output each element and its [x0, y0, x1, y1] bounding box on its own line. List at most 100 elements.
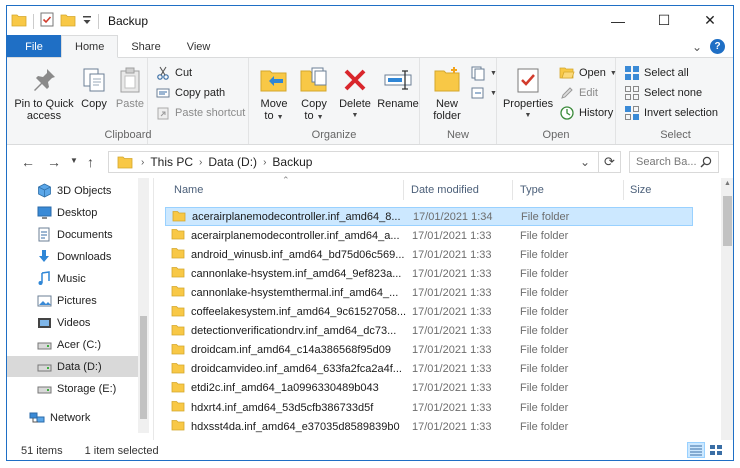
properties-qat-icon[interactable] — [40, 12, 54, 30]
tab-file[interactable]: File — [7, 35, 61, 58]
delete-x-icon — [339, 64, 371, 96]
nav-item-3d-objects[interactable]: 3D Objects — [7, 180, 138, 201]
edit-button[interactable]: Edit — [559, 83, 598, 103]
file-row[interactable]: droidcam.inf_amd64_c14a386568f95d09 17/01… — [165, 341, 693, 360]
new-item-icon — [470, 65, 486, 81]
forward-arrow-icon[interactable]: → — [47, 154, 61, 170]
customize-qat-icon[interactable] — [82, 14, 92, 29]
navigation-bar: ← → ▼ ↑ › This PC › Data (D:) › Backup ⌄… — [7, 146, 733, 178]
expand-ribbon-icon[interactable]: ⌄ — [692, 40, 702, 54]
file-row[interactable]: acerairplanemodecontroller.inf_amd64_a..… — [165, 226, 693, 245]
navigation-pane-scrollbar[interactable] — [138, 178, 149, 433]
details-view-button[interactable] — [687, 442, 705, 458]
new-folder-qat-icon[interactable] — [60, 13, 76, 30]
copy-icon — [78, 64, 110, 96]
new-folder-button[interactable]: New folder — [430, 64, 464, 122]
breadcrumb-data-drive[interactable]: Data (D:) — [208, 155, 257, 169]
column-header-type[interactable]: Type — [520, 178, 620, 202]
navigation-pane-scroll-thumb[interactable] — [140, 316, 147, 419]
edit-label: Edit — [579, 87, 598, 99]
file-row[interactable]: acerairplanemodecontroller.inf_amd64_8..… — [165, 207, 693, 226]
minimize-button[interactable]: — — [595, 6, 641, 35]
window-controls: — ☐ ✕ — [595, 6, 733, 35]
nav-item-desktop[interactable]: Desktop — [7, 202, 138, 223]
file-row[interactable]: coffeelakesystem.inf_amd64_9c61527058...… — [165, 303, 693, 322]
scroll-up-chevron-icon[interactable]: ▲ — [724, 180, 731, 187]
large-icons-view-button[interactable] — [707, 442, 725, 458]
easy-access-icon — [470, 85, 486, 101]
maximize-button[interactable]: ☐ — [641, 6, 687, 35]
file-row[interactable]: detectionverificationdrv.inf_amd64_dc73.… — [165, 322, 693, 341]
rename-button[interactable]: Rename — [377, 64, 419, 110]
select-none-button[interactable]: Select none — [624, 83, 702, 103]
nav-item-storage-e[interactable]: Storage (E:) — [7, 378, 138, 399]
copy-to-button[interactable]: Copy to ▼ — [298, 64, 330, 124]
search-input[interactable]: Search Ba... — [629, 151, 719, 173]
copy-button[interactable]: Copy — [78, 64, 110, 110]
breadcrumb-chevron-icon[interactable]: › — [199, 157, 202, 168]
tab-view[interactable]: View — [174, 35, 224, 58]
file-list-scrollbar[interactable]: ▲ — [721, 178, 733, 440]
nav-item-music[interactable]: Music — [7, 268, 138, 289]
nav-item-network[interactable]: Network — [7, 407, 138, 428]
recent-locations-chevron-icon[interactable]: ▼ — [70, 156, 78, 165]
file-list-scroll-thumb[interactable] — [723, 196, 732, 246]
tab-share[interactable]: Share — [118, 35, 173, 58]
file-row[interactable]: android_winusb.inf_amd64_bd75d06c569... 1… — [165, 245, 693, 264]
column-header-size-label: Size — [630, 184, 652, 196]
nav-item-acer-c[interactable]: Acer (C:) — [7, 334, 138, 355]
nav-item-data-d[interactable]: Data (D:) — [7, 356, 138, 377]
new-item-button[interactable]: ▼ — [470, 63, 497, 83]
column-header-name-label: Name — [174, 184, 204, 196]
close-button[interactable]: ✕ — [687, 6, 733, 35]
breadcrumb-chevron-icon[interactable]: › — [263, 157, 266, 168]
file-date-modified: 17/01/2021 1:34 — [413, 210, 493, 223]
pin-to-quick-access-button[interactable]: Pin to Quick access — [12, 64, 76, 122]
nav-item-label: Documents — [57, 228, 113, 241]
breadcrumb-backup[interactable]: Backup — [272, 155, 312, 169]
nav-item-documents[interactable]: Documents — [7, 224, 138, 245]
breadcrumb-this-pc[interactable]: This PC — [150, 155, 193, 169]
chevron-down-icon: ▼ — [490, 69, 497, 77]
nav-item-videos[interactable]: Videos — [7, 312, 138, 333]
column-separator[interactable] — [623, 180, 624, 200]
nav-item-pictures[interactable]: Pictures — [7, 290, 138, 311]
file-row[interactable]: droidcamvideo.inf_amd64_633fa2fca2a4f...… — [165, 360, 693, 379]
file-date-modified: 17/01/2021 1:33 — [412, 286, 492, 299]
up-arrow-icon[interactable]: ↑ — [87, 154, 94, 170]
properties-button[interactable]: Properties ▼ — [503, 64, 553, 122]
nav-item-label: Pictures — [57, 294, 97, 307]
refresh-icon[interactable]: ⟳ — [598, 152, 620, 172]
breadcrumb-chevron-icon[interactable]: › — [141, 157, 144, 168]
help-icon[interactable]: ? — [710, 39, 725, 54]
nav-item-downloads[interactable]: Downloads — [7, 246, 138, 267]
file-row[interactable]: cannonlake-hsystem.inf_amd64_9ef823a... 1… — [165, 264, 693, 283]
navigation-pane: 3D Objects Desktop Documents Downloads Music… — [7, 178, 153, 438]
address-bar[interactable]: › This PC › Data (D:) › Backup ⌄ ⟳ — [108, 151, 621, 173]
paste-button[interactable]: Paste — [114, 64, 146, 110]
move-to-button[interactable]: Move to ▼ — [258, 64, 290, 124]
file-row[interactable]: cannonlake-hsystemthermal.inf_amd64_... 1… — [165, 283, 693, 302]
file-type: File folder — [520, 248, 569, 261]
address-dropdown-chevron-icon[interactable]: ⌄ — [580, 155, 590, 169]
file-row[interactable]: etdi2c.inf_amd64_1a0996330489b043 17/01/2… — [165, 379, 693, 398]
open-group-label: Open — [542, 129, 570, 141]
open-button[interactable]: Open ▼ — [559, 63, 617, 83]
history-button[interactable]: History — [559, 103, 613, 123]
tab-home[interactable]: Home — [61, 35, 119, 58]
column-separator[interactable] — [403, 180, 404, 200]
folder-icon — [171, 285, 185, 300]
column-header-date-modified[interactable]: Date modified — [411, 178, 511, 202]
delete-button[interactable]: Delete ▼ — [338, 64, 372, 122]
file-type: File folder — [520, 344, 569, 357]
select-all-button[interactable]: Select all — [624, 63, 689, 83]
downloads-icon — [36, 249, 52, 265]
ribbon: Pin to Quick access Copy Paste Cut Copy … — [7, 57, 733, 145]
column-header-size[interactable]: Size — [630, 178, 710, 202]
easy-access-button[interactable]: ▼ — [470, 83, 497, 103]
column-separator[interactable] — [512, 180, 513, 200]
file-row[interactable]: hdxrt4.inf_amd64_53d5cfb386733d5f 17/01/2… — [165, 398, 693, 417]
back-arrow-icon[interactable]: ← — [21, 154, 35, 170]
invert-selection-button[interactable]: Invert selection — [624, 103, 718, 123]
file-row[interactable]: hdxsst4da.inf_amd64_e37035d8589839b0 17/0… — [165, 417, 693, 436]
